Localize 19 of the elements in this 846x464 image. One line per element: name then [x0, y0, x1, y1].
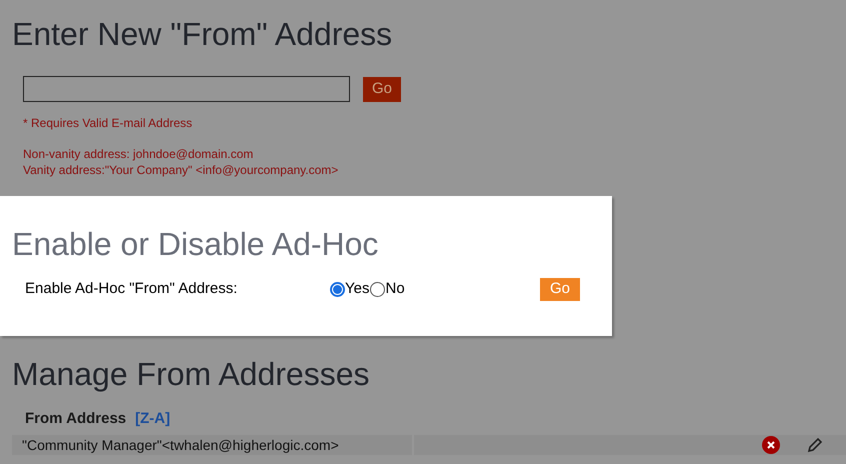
radio-label: Yes — [345, 279, 370, 300]
radio-label: No — [385, 279, 405, 300]
email-field[interactable] — [23, 76, 350, 102]
requirement-note: * Requires Valid E-mail Address — [23, 115, 192, 132]
section-title: Manage From Addresses — [12, 355, 370, 394]
table-cell: "Community Manager"<twhalen@higherlogic.com> — [12, 434, 412, 454]
pencil-icon[interactable] — [806, 436, 824, 454]
radio-button[interactable] — [370, 282, 386, 297]
address-example: Non-vanity address: johndoe@domain.com — [23, 146, 254, 162]
delete-icon[interactable] — [762, 436, 780, 454]
adhoc-label: Enable Ad-Hoc "From" Address: — [25, 279, 238, 300]
section-title: Enter New "From" Address — [12, 15, 392, 54]
address-example: Vanity address:"Your Company" <info@yourcompany.com> — [23, 162, 338, 178]
column-header: From Address — [25, 409, 126, 429]
sort-link[interactable]: [Z-A] — [135, 408, 170, 430]
go-button[interactable]: Go — [540, 278, 580, 301]
section-title: Enable or Disable Ad-Hoc — [12, 225, 378, 264]
radio-button[interactable] — [330, 282, 345, 297]
go-button[interactable]: Go — [363, 76, 402, 102]
